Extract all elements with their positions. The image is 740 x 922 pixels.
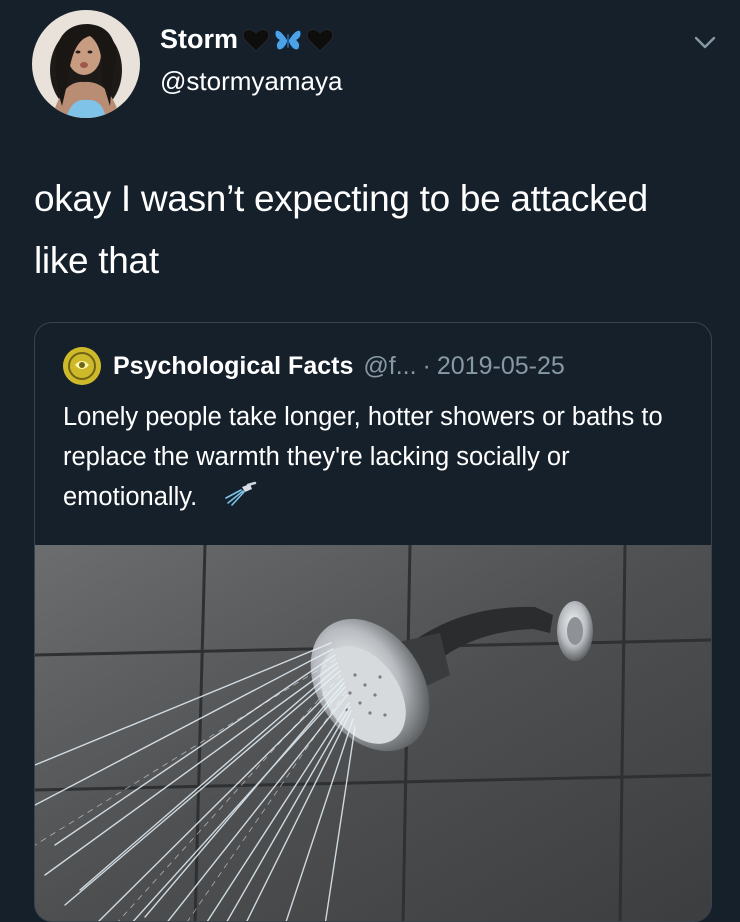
quoted-handle[interactable]: @f...: [363, 352, 416, 381]
quoted-avatar[interactable]: [63, 347, 101, 385]
separator-dot: ·: [422, 351, 431, 380]
shower-icon: [224, 481, 258, 507]
blue-butterfly-icon: [274, 27, 302, 53]
quoted-display-name[interactable]: Psychological Facts: [113, 352, 353, 381]
black-heart-icon: [306, 27, 334, 53]
display-name[interactable]: Storm: [160, 24, 238, 55]
quoted-tweet[interactable]: Psychological Facts @f... · 2019-05-25 L…: [34, 322, 712, 922]
handle[interactable]: @stormyamaya: [160, 66, 342, 97]
quoted-tweet-header: Psychological Facts @f... · 2019-05-25: [63, 347, 565, 385]
shower-head-image[interactable]: [35, 545, 711, 921]
tweet: Storm @stormyamaya okay I wasn’t expecti…: [0, 0, 740, 922]
quoted-text: Lonely people take longer, hotter shower…: [63, 397, 683, 517]
chevron-down-icon[interactable]: [692, 32, 718, 52]
tweet-text: okay I wasn’t expecting to be attacked l…: [34, 178, 648, 281]
quoted-date[interactable]: 2019-05-25: [437, 352, 565, 381]
quoted-text-body: Lonely people take longer, hotter shower…: [63, 403, 663, 511]
name-row: Storm: [160, 24, 334, 55]
black-heart-icon: [242, 27, 270, 53]
avatar[interactable]: [32, 10, 140, 118]
